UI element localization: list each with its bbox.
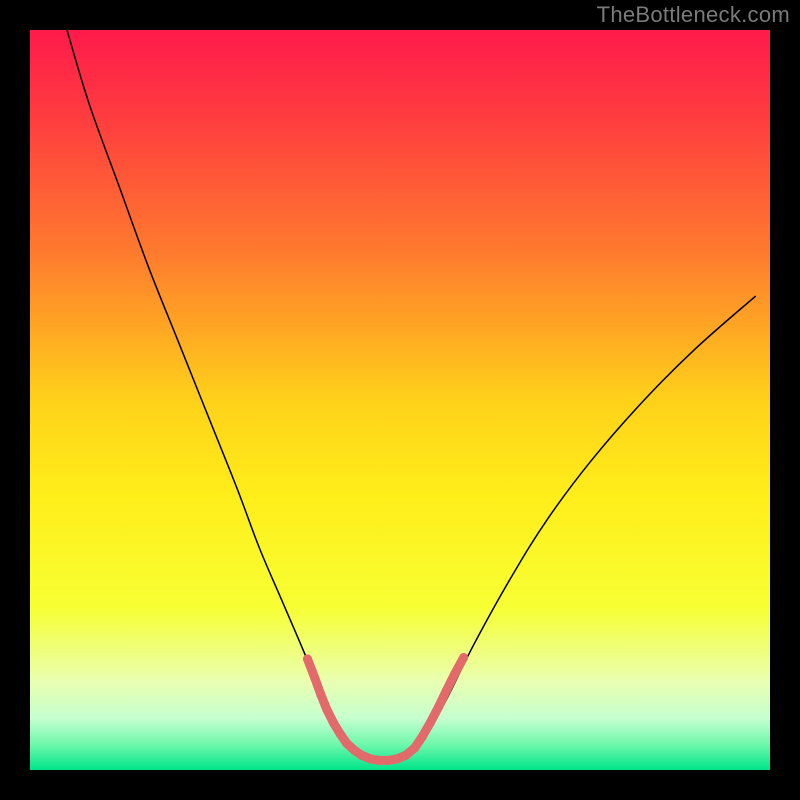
chart-svg <box>30 30 770 770</box>
overlay-coral-bottom-dot1 <box>366 754 375 763</box>
gradient-background <box>30 30 770 770</box>
overlay-coral-bottom-dot0 <box>357 751 366 760</box>
overlay-coral-bottom-dot3 <box>384 756 393 765</box>
overlay-coral-left-dot5 <box>336 729 345 738</box>
overlay-coral-bottom-dot4 <box>393 754 402 763</box>
overlay-coral-left-dot1 <box>310 674 319 683</box>
plot-area <box>30 30 770 770</box>
watermark-text: TheBottleneck.com <box>597 2 790 28</box>
overlay-coral-left-dot6 <box>342 739 351 748</box>
overlay-coral-left-dot7 <box>350 746 359 755</box>
overlay-coral-bottom-dot5 <box>401 751 410 760</box>
overlay-coral-right-dot4 <box>442 686 451 695</box>
overlay-coral-left-dot3 <box>322 705 331 714</box>
overlay-coral-right-dot3 <box>434 703 443 712</box>
overlay-coral-left-dot4 <box>329 718 338 727</box>
overlay-coral-right-dot5 <box>450 669 459 678</box>
outer-frame: TheBottleneck.com <box>0 0 800 800</box>
overlay-coral-right-dot0 <box>410 743 419 752</box>
overlay-coral-right-dot1 <box>418 732 427 741</box>
overlay-coral-left-dot2 <box>316 690 325 699</box>
overlay-coral-left-dot0 <box>303 655 312 664</box>
overlay-coral-right-dot6 <box>459 653 468 662</box>
overlay-coral-bottom-dot2 <box>375 756 384 765</box>
overlay-coral-right-dot2 <box>426 718 435 727</box>
